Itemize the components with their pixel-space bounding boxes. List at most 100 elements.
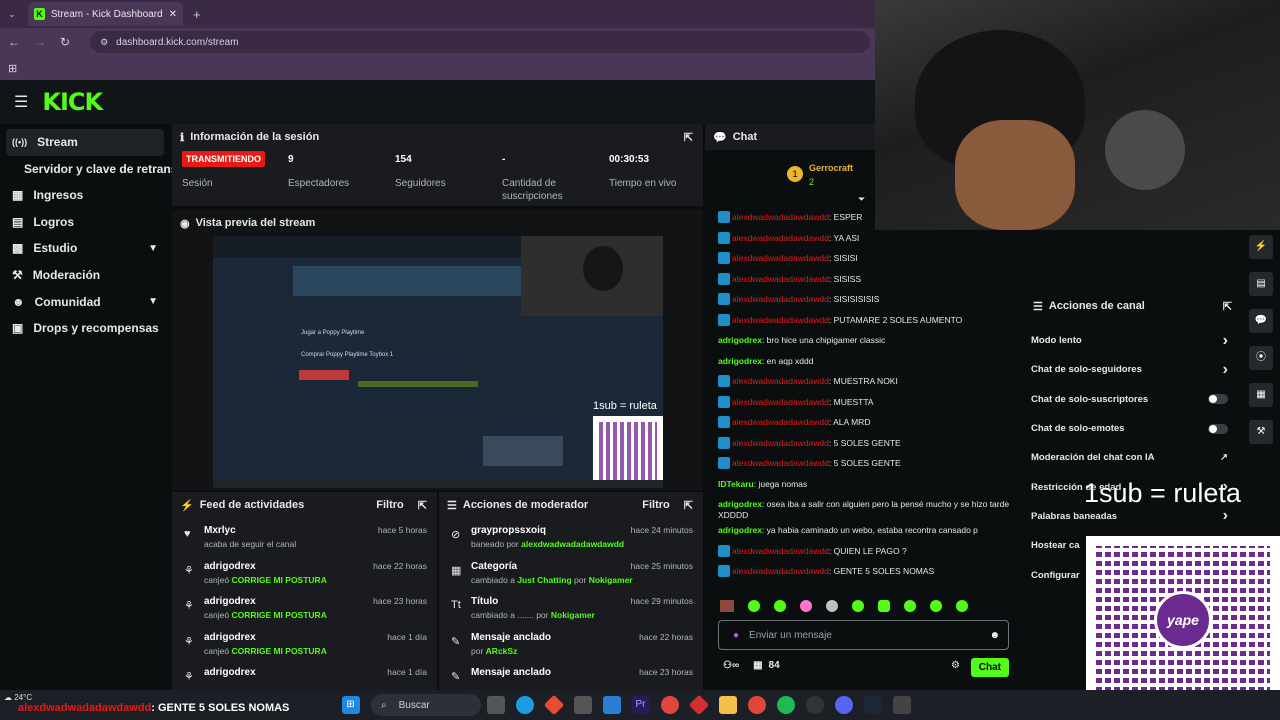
emote-icon[interactable] — [800, 600, 812, 612]
chat-username[interactable]: alexdwadwadadawdawdd — [732, 294, 829, 304]
edge-icon[interactable] — [515, 696, 534, 714]
pinned-user[interactable]: 1 Gerrocraft 2 — [787, 160, 853, 188]
sidebar-item-stream[interactable]: ((•)) Stream — [6, 129, 164, 156]
chat-username[interactable]: alexdwadwadadawdawdd — [732, 438, 829, 448]
chat-username[interactable]: alexdwadwadadawdawdd — [732, 566, 829, 576]
spotify-icon[interactable] — [776, 696, 795, 714]
windows-start-icon[interactable]: ⊞ — [341, 696, 360, 714]
chrome-icon[interactable] — [660, 696, 679, 714]
stream-preview-video[interactable]: Jugar a Poppy Playtime Comprar Poppy Pla… — [213, 236, 663, 488]
chat-username[interactable]: adrigodrex — [718, 356, 762, 366]
site-info-icon[interactable]: ⚙ — [100, 37, 108, 48]
browser-tab[interactable]: K Stream - Kick Dashboard ✕ — [28, 2, 183, 26]
discord-icon[interactable] — [834, 696, 853, 714]
emote-icon[interactable] — [748, 600, 760, 612]
weather-widget[interactable]: ☁ 24°C — [4, 693, 32, 702]
apps-icon[interactable]: ⊞ — [8, 63, 17, 75]
rail-button[interactable]: ▤ — [1249, 272, 1273, 296]
popout-icon[interactable]: ⇱ — [684, 499, 693, 512]
sidebar-item-ingresos[interactable]: ▦ Ingresos — [0, 182, 172, 209]
back-icon[interactable]: ← — [8, 35, 20, 49]
chat-username[interactable]: IDTekaru — [718, 479, 754, 489]
channel-action-item[interactable]: Chat de solo-emotes — [1025, 414, 1242, 443]
chat-username[interactable]: alexdwadwadadawdawdd — [732, 417, 829, 427]
emote-icon[interactable] — [852, 600, 864, 612]
emoji-icon[interactable]: ☻ — [989, 630, 1000, 641]
rail-button[interactable]: ⦿ — [1249, 346, 1273, 370]
git-icon[interactable] — [543, 694, 564, 716]
chrome-active-icon[interactable] — [747, 696, 766, 714]
emote-icon[interactable] — [956, 600, 968, 612]
emote-icon[interactable] — [826, 600, 838, 612]
tab-close-icon[interactable]: ✕ — [169, 9, 177, 20]
steam-icon[interactable] — [863, 696, 882, 714]
feed-item[interactable]: ⚘ adrigodrex canjeó CORRIGE MI POSTURA hace… — [172, 625, 437, 661]
emote-icon[interactable] — [930, 600, 942, 612]
emote-icon[interactable] — [904, 600, 916, 612]
channel-action-item[interactable]: Moderación del chat con IA ↗ — [1025, 443, 1242, 472]
channel-action-item[interactable]: Chat de solo-suscriptores — [1025, 385, 1242, 414]
emote-icon[interactable] — [878, 600, 890, 612]
rail-button[interactable]: ▦ — [1249, 383, 1273, 407]
taskbar-search[interactable]: ⌕ Buscar — [371, 694, 481, 716]
feed-item[interactable]: ♥ Mxrlyc acaba de seguir el canal hace 5 h… — [172, 518, 437, 554]
chat-username[interactable]: alexdwadwadadawdawdd — [732, 233, 829, 243]
chat-input[interactable]: ● Enviar un mensaje ☻ — [718, 620, 1009, 650]
mod-action-item[interactable]: ▦ Categoría cambiado a Just Chatting por N… — [439, 554, 703, 590]
chat-username[interactable]: alexdwadwadadawdawdd — [732, 546, 829, 556]
feed-filter-button[interactable]: Filtro — [376, 499, 404, 511]
rail-button[interactable]: ⚒ — [1249, 420, 1273, 444]
obs-icon[interactable] — [805, 696, 824, 714]
menu-icon[interactable]: ☰ — [14, 92, 28, 112]
calculator-icon[interactable] — [892, 696, 911, 714]
chat-settings-icon[interactable]: ⚙ — [951, 660, 960, 671]
sidebar-item-comunidad[interactable]: ☻ Comunidad ▼ — [0, 288, 172, 315]
feed-item[interactable]: ⚘ adrigodrex canjeó CORRIGE MI POSTURA hace… — [172, 589, 437, 625]
chat-username[interactable]: alexdwadwadadawdawdd — [732, 458, 829, 468]
chat-username[interactable]: alexdwadwadadawdawdd — [732, 212, 829, 222]
tab-search-icon[interactable]: ⌄ — [8, 9, 16, 20]
chat-username[interactable]: alexdwadwadadawdawdd — [732, 274, 829, 284]
chat-username[interactable]: alexdwadwadadawdawdd — [732, 397, 829, 407]
mic-icon[interactable]: ● — [733, 630, 739, 641]
sidebar-item-estudio[interactable]: ▩ Estudio ▼ — [0, 235, 172, 262]
emote-icon[interactable] — [720, 600, 734, 612]
chat-username[interactable]: adrigodrex — [718, 335, 762, 345]
channel-action-item[interactable]: Chat de solo-seguidores › — [1025, 355, 1242, 384]
chat-send-button[interactable]: Chat — [970, 658, 1009, 677]
kick-logo[interactable]: KICK — [42, 88, 103, 116]
chat-username[interactable]: adrigodrex — [718, 499, 762, 509]
chat-username[interactable]: adrigodrex — [718, 525, 762, 535]
vscode-icon[interactable] — [602, 696, 621, 714]
emote-icon[interactable] — [774, 600, 786, 612]
chat-username[interactable]: alexdwadwadadawdawdd — [732, 315, 829, 325]
mod-action-item[interactable]: ✎ Mensaje anclado por ARckSz hace 22 horas — [439, 625, 703, 661]
forward-icon[interactable]: → — [34, 35, 46, 49]
infinity-icon[interactable]: ⚇∞ — [723, 660, 739, 671]
popout-icon[interactable]: ⇱ — [1223, 300, 1232, 313]
premiere-icon[interactable]: Pr — [631, 696, 650, 714]
popout-icon[interactable]: ⇱ — [418, 499, 427, 512]
task-view-icon[interactable] — [486, 696, 505, 714]
chevron-down-icon[interactable]: ⏷ — [858, 194, 865, 205]
chat-username[interactable]: alexdwadwadadawdawdd — [732, 376, 829, 386]
app-red-icon[interactable] — [688, 694, 709, 716]
mod-action-item[interactable]: ⊘ graypropssxoiq baneado por alexdwadwadad… — [439, 518, 703, 554]
mod-filter-button[interactable]: Filtro — [642, 499, 670, 511]
toggle-switch[interactable] — [1208, 394, 1228, 405]
rail-button[interactable]: 💬 — [1249, 309, 1273, 333]
toggle-switch[interactable] — [1208, 423, 1228, 434]
reload-icon[interactable]: ↻ — [60, 35, 70, 49]
store-icon[interactable] — [573, 696, 592, 714]
channel-action-item[interactable]: Modo lento › — [1025, 326, 1242, 355]
sidebar-item-drops[interactable]: ▣ Drops y recompensas — [0, 315, 172, 342]
sidebar-item-moderacion[interactable]: ⚒ Moderación — [0, 262, 172, 289]
popout-icon[interactable]: ⇱ — [684, 131, 693, 144]
sidebar-item-stream-key[interactable]: Servidor y clave de retransm — [0, 156, 172, 182]
feed-item[interactable]: ⚘ adrigodrex canjeó CORRIGE MI POSTURA hace… — [172, 554, 437, 590]
sidebar-item-logros[interactable]: ▤ Logros — [0, 208, 172, 235]
folder-icon[interactable] — [718, 696, 737, 714]
new-tab-icon[interactable]: + — [193, 7, 201, 22]
url-field[interactable]: ⚙ dashboard.kick.com/stream — [90, 31, 871, 53]
chat-username[interactable]: alexdwadwadadawdawdd — [732, 253, 829, 263]
